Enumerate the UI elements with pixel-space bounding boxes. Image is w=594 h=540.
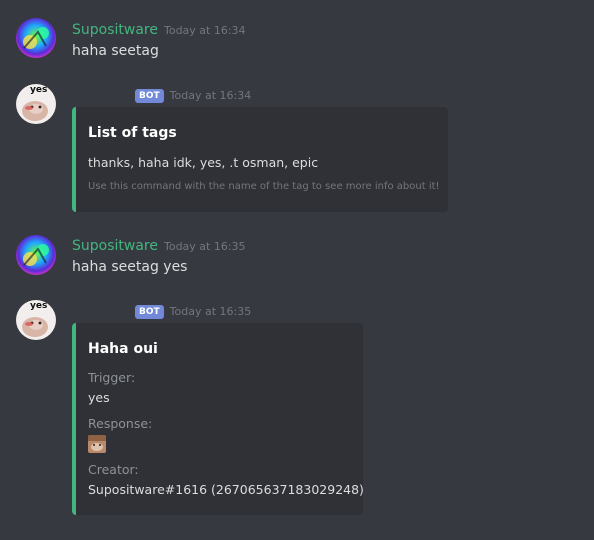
bot-avatar[interactable]: yes <box>16 84 56 124</box>
field-value-creator: Supositware#1616 (267065637183029248) <box>88 482 364 497</box>
avatar-caption: yes <box>30 85 47 95</box>
user-avatar[interactable] <box>16 235 56 275</box>
field-name-trigger: Trigger: <box>88 370 136 385</box>
response-emoji-image[interactable] <box>88 435 106 453</box>
embed-title: Haha oui <box>88 341 158 357</box>
username[interactable]: Supositware <box>72 22 158 38</box>
field-value-trigger: yes <box>88 390 110 405</box>
bot-badge: BOT <box>135 305 164 319</box>
timestamp: Today at 16:35 <box>169 305 252 318</box>
user-avatar[interactable] <box>16 18 56 58</box>
message-text: haha seetag <box>72 43 159 59</box>
embed-description: thanks, haha idk, yes, .t osman, epic <box>88 155 319 170</box>
embed: Haha oui Trigger: yes Response: Creator:… <box>72 323 364 515</box>
field-name-creator: Creator: <box>88 462 139 477</box>
bot-avatar[interactable]: yes <box>16 300 56 340</box>
message-text: haha seetag yes <box>72 259 188 275</box>
bot-badge: BOT <box>135 89 164 103</box>
timestamp: Today at 16:34 <box>163 24 246 37</box>
username[interactable]: Supositware <box>72 238 158 254</box>
avatar-caption: yes <box>30 301 47 311</box>
embed: List of tags thanks, haha idk, yes, .t o… <box>72 107 448 212</box>
embed-footer: Use this command with the name of the ta… <box>88 181 440 192</box>
timestamp: Today at 16:35 <box>163 240 246 253</box>
field-name-response: Response: <box>88 416 153 431</box>
timestamp: Today at 16:34 <box>169 89 252 102</box>
embed-title: List of tags <box>88 125 177 141</box>
